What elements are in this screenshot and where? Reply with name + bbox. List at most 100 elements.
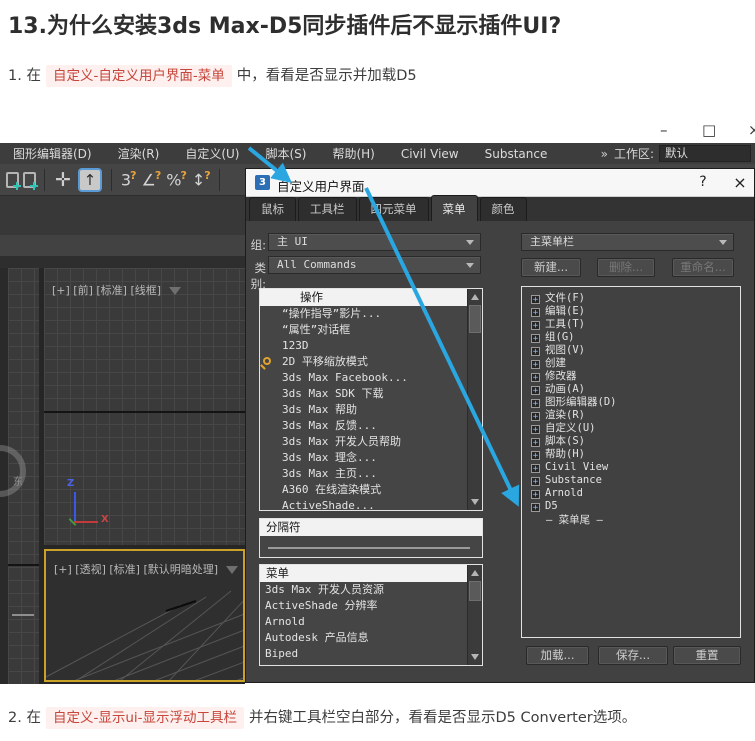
expand-icon[interactable]: + <box>531 425 540 435</box>
expand-icon[interactable]: + <box>531 438 540 448</box>
help-icon[interactable]: ? <box>694 174 712 190</box>
reset-button[interactable]: 重置 <box>673 646 741 665</box>
scroll-thumb[interactable] <box>469 581 481 601</box>
list-item[interactable]: A360 在线渲染模式 <box>260 482 482 498</box>
snap-toggle-icon[interactable]: 3? <box>118 169 139 189</box>
list-item[interactable]: ActiveShade... <box>260 498 482 510</box>
filter-icon[interactable] <box>226 566 239 574</box>
tab-quads[interactable]: 四元菜单 <box>358 197 429 221</box>
list-item[interactable]: “操作指导”影片... <box>260 306 482 322</box>
expand-icon[interactable]: + <box>531 308 540 318</box>
tree-item[interactable]: + 视图(V) <box>522 344 740 357</box>
select-object-button[interactable]: ↑ <box>77 167 102 192</box>
expand-icon[interactable]: + <box>531 490 540 500</box>
front-viewport-label[interactable]: [+] [前] [标准] [线框] <box>52 282 182 298</box>
expand-icon[interactable]: + <box>531 373 540 383</box>
tree-item[interactable]: + Civil View <box>522 461 740 474</box>
menu-civil-view[interactable]: Civil View <box>388 147 472 161</box>
list-item[interactable]: 3ds Max 帮助 <box>260 402 482 418</box>
expand-icon[interactable]: + <box>531 295 540 305</box>
list-item[interactable]: 2D 平移缩放模式 <box>260 354 482 370</box>
percent-snap-icon[interactable]: %? <box>163 169 189 189</box>
spinner-snap-icon[interactable]: ↕? <box>189 169 213 189</box>
move-tool-icon[interactable]: ✛ <box>51 169 75 191</box>
list-item[interactable]: 3ds Max 开发人员资源 <box>260 582 482 598</box>
list-item[interactable]: 3ds Max 开发人员帮助 <box>260 434 482 450</box>
perspective-viewport[interactable]: [+] [透视] [标准] [默认明暗处理] <box>44 549 245 682</box>
expand-icon[interactable]: + <box>531 464 540 474</box>
scroll-up-icon[interactable] <box>471 570 479 576</box>
list-item[interactable]: Autodesk 产品信息 <box>260 630 482 646</box>
filter-icon[interactable] <box>169 287 182 295</box>
tree-item[interactable]: + 脚本(S) <box>522 435 740 448</box>
expand-icon[interactable]: + <box>531 451 540 461</box>
tree-item[interactable]: + Substance <box>522 474 740 487</box>
menu-rendering[interactable]: 渲染(R) <box>105 145 173 162</box>
menu-scripting[interactable]: 脚本(S) <box>252 145 319 162</box>
tab-colors[interactable]: 颜色 <box>479 197 527 221</box>
expand-icon[interactable]: + <box>531 386 540 396</box>
list-item[interactable]: Arnold <box>260 614 482 630</box>
tree-item-d5[interactable]: + D5 <box>522 500 740 513</box>
tab-menus[interactable]: 菜单 <box>430 195 478 221</box>
menu-help[interactable]: 帮助(H) <box>319 145 387 162</box>
scroll-up-icon[interactable] <box>471 294 479 300</box>
tree-item[interactable]: + 渲染(R) <box>522 409 740 422</box>
list-item[interactable]: ActiveShade 分辨率 <box>260 598 482 614</box>
tree-item[interactable]: + 修改器 <box>522 370 740 383</box>
front-viewport[interactable]: [+] [前] [标准] [线框] Z X <box>44 268 245 545</box>
load-button[interactable]: 加载... <box>526 646 589 665</box>
new-button[interactable]: 新建... <box>521 258 581 277</box>
action-list-scrollbar[interactable] <box>467 289 482 510</box>
expand-icon[interactable]: + <box>531 399 540 409</box>
tree-item[interactable]: + 编辑(E) <box>522 305 740 318</box>
list-item[interactable]: 3ds Max Facebook... <box>260 370 482 386</box>
tree-item[interactable]: + Arnold <box>522 487 740 500</box>
scroll-thumb[interactable] <box>469 305 481 333</box>
workspace-select[interactable]: 默认 <box>659 145 751 162</box>
tree-item[interactable]: + 动画(A) <box>522 383 740 396</box>
scroll-down-icon[interactable] <box>471 654 479 660</box>
tab-toolbars[interactable]: 工具栏 <box>298 197 357 221</box>
list-item[interactable]: 3ds Max 主页... <box>260 466 482 482</box>
expand-icon[interactable]: + <box>531 360 540 370</box>
menu-substance[interactable]: Substance <box>472 147 561 161</box>
select-region-icon[interactable] <box>6 171 21 190</box>
expand-icon[interactable]: + <box>531 334 540 344</box>
tab-mouse[interactable]: 鼠标 <box>249 197 296 221</box>
menubar-overflow-icon[interactable]: » <box>595 147 614 161</box>
tree-item[interactable]: + 帮助(H) <box>522 448 740 461</box>
dialog-close-icon[interactable]: × <box>730 173 750 192</box>
delete-button[interactable]: 删除... <box>597 258 655 277</box>
save-button[interactable]: 保存... <box>598 646 668 665</box>
maximize-icon[interactable]: □ <box>702 121 716 139</box>
tree-item[interactable]: + 组(G) <box>522 331 740 344</box>
tree-item[interactable]: + 创建 <box>522 357 740 370</box>
list-item[interactable]: 123D <box>260 338 482 354</box>
perspective-viewport-label[interactable]: [+] [透视] [标准] [默认明暗处理] <box>54 561 239 577</box>
tree-item[interactable]: + 自定义(U) <box>522 422 740 435</box>
angle-snap-icon[interactable]: ∠? <box>139 169 164 189</box>
list-item[interactable]: 3ds Max 反馈... <box>260 418 482 434</box>
select-region-alt-icon[interactable] <box>23 171 38 190</box>
expand-icon[interactable]: + <box>531 503 540 513</box>
list-item[interactable]: “属性”对话框 <box>260 322 482 338</box>
menu-customize[interactable]: 自定义(U) <box>172 145 252 162</box>
menu-graph-editors[interactable]: 图形编辑器(D) <box>0 145 105 162</box>
menus-list-scrollbar[interactable] <box>467 565 482 665</box>
list-item[interactable]: Biped <box>260 646 482 662</box>
expand-icon[interactable]: + <box>531 477 540 487</box>
dialog-titlebar[interactable]: 3 自定义用户界面 ? × <box>246 169 754 197</box>
list-item[interactable]: 3ds Max SDK 下载 <box>260 386 482 402</box>
expand-icon[interactable]: + <box>531 412 540 422</box>
list-item[interactable]: 3ds Max 理念... <box>260 450 482 466</box>
minimize-icon[interactable]: – <box>660 121 668 139</box>
tree-item[interactable]: + 图形编辑器(D) <box>522 396 740 409</box>
menu-bar-select[interactable]: 主菜单栏 <box>521 233 734 251</box>
expand-icon[interactable]: + <box>531 347 540 357</box>
separator-line[interactable] <box>268 547 470 549</box>
tree-item[interactable]: + 工具(T) <box>522 318 740 331</box>
expand-icon[interactable]: + <box>531 321 540 331</box>
scroll-down-icon[interactable] <box>471 499 479 505</box>
close-icon[interactable]: × <box>748 121 755 139</box>
